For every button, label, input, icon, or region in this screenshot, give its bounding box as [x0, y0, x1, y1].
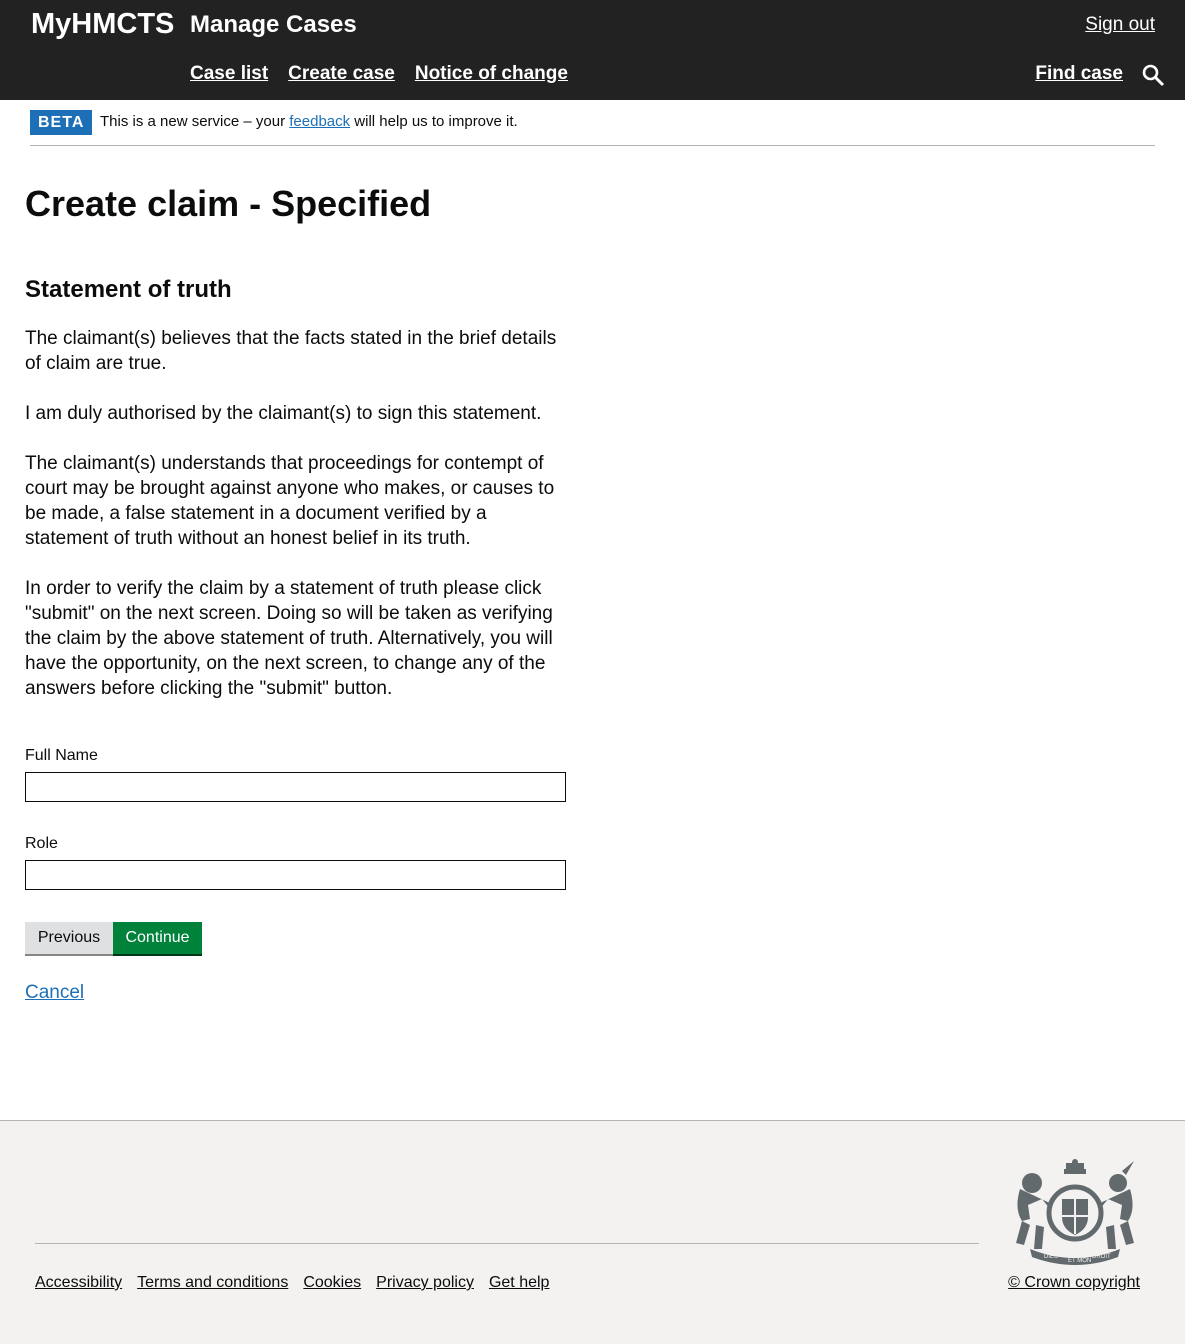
footer-link-terms[interactable]: Terms and conditions — [137, 1274, 288, 1292]
nav-notice-of-change[interactable]: Notice of change — [415, 63, 568, 85]
continue-button[interactable]: Continue — [113, 922, 202, 954]
footer-link-cookies[interactable]: Cookies — [303, 1274, 361, 1292]
role-label: Role — [25, 835, 58, 852]
nav-create-case[interactable]: Create case — [288, 63, 395, 85]
site-header: MyHMCTS Manage Cases Sign out Case list … — [0, 0, 1185, 100]
crown-copyright-link[interactable]: © Crown copyright — [1008, 1274, 1140, 1292]
search-icon[interactable] — [1141, 63, 1165, 87]
crest-motto-right: DROIT — [1092, 1254, 1111, 1260]
beta-text-after: will help us to improve it. — [350, 113, 518, 130]
primary-nav: Case list Create case Notice of change — [190, 63, 568, 85]
sign-out-link[interactable]: Sign out — [1085, 14, 1155, 36]
footer-divider — [35, 1243, 979, 1244]
footer-link-get-help[interactable]: Get help — [489, 1274, 549, 1292]
crest-motto-middle: ET MON — [1068, 1258, 1091, 1264]
role-input[interactable] — [25, 860, 566, 890]
service-name[interactable]: Manage Cases — [190, 11, 357, 39]
statement-paragraph: I am duly authorised by the claimant(s) … — [25, 403, 542, 424]
section-heading: Statement of truth — [25, 276, 232, 303]
statement-paragraph: The claimant(s) understands that proceed… — [25, 453, 555, 549]
full-name-label: Full Name — [25, 747, 98, 764]
statement-paragraph: The claimant(s) believes that the facts … — [25, 328, 557, 374]
beta-tag: BETA — [30, 110, 93, 135]
statement-paragraph: In order to verify the claim by a statem… — [25, 578, 553, 699]
full-name-input[interactable] — [25, 772, 566, 802]
nav-case-list[interactable]: Case list — [190, 63, 268, 85]
royal-crest-icon: DIEU ET MON DROIT — [1016, 1159, 1134, 1265]
site-footer: DIEU ET MON DROIT Accessibility Terms an… — [0, 1120, 1185, 1344]
beta-message: This is a new service – your feedback wi… — [100, 113, 518, 130]
footer-link-accessibility[interactable]: Accessibility — [35, 1274, 122, 1292]
page-title: Create claim - Specified — [25, 183, 432, 224]
find-case-link[interactable]: Find case — [1035, 63, 1123, 85]
beta-banner: BETA This is a new service – your feedba… — [30, 110, 1155, 146]
footer-link-privacy[interactable]: Privacy policy — [376, 1274, 474, 1292]
cancel-link[interactable]: Cancel — [25, 982, 84, 1004]
brand-logo[interactable]: MyHMCTS — [31, 8, 174, 41]
previous-button[interactable]: Previous — [25, 922, 113, 954]
footer-links: Accessibility Terms and conditions Cooki… — [35, 1274, 549, 1292]
crest-motto-left: DIEU — [1044, 1254, 1058, 1260]
beta-text-before: This is a new service – your — [100, 113, 290, 130]
feedback-link[interactable]: feedback — [289, 113, 350, 130]
statement-text: The claimant(s) believes that the facts … — [25, 326, 570, 726]
